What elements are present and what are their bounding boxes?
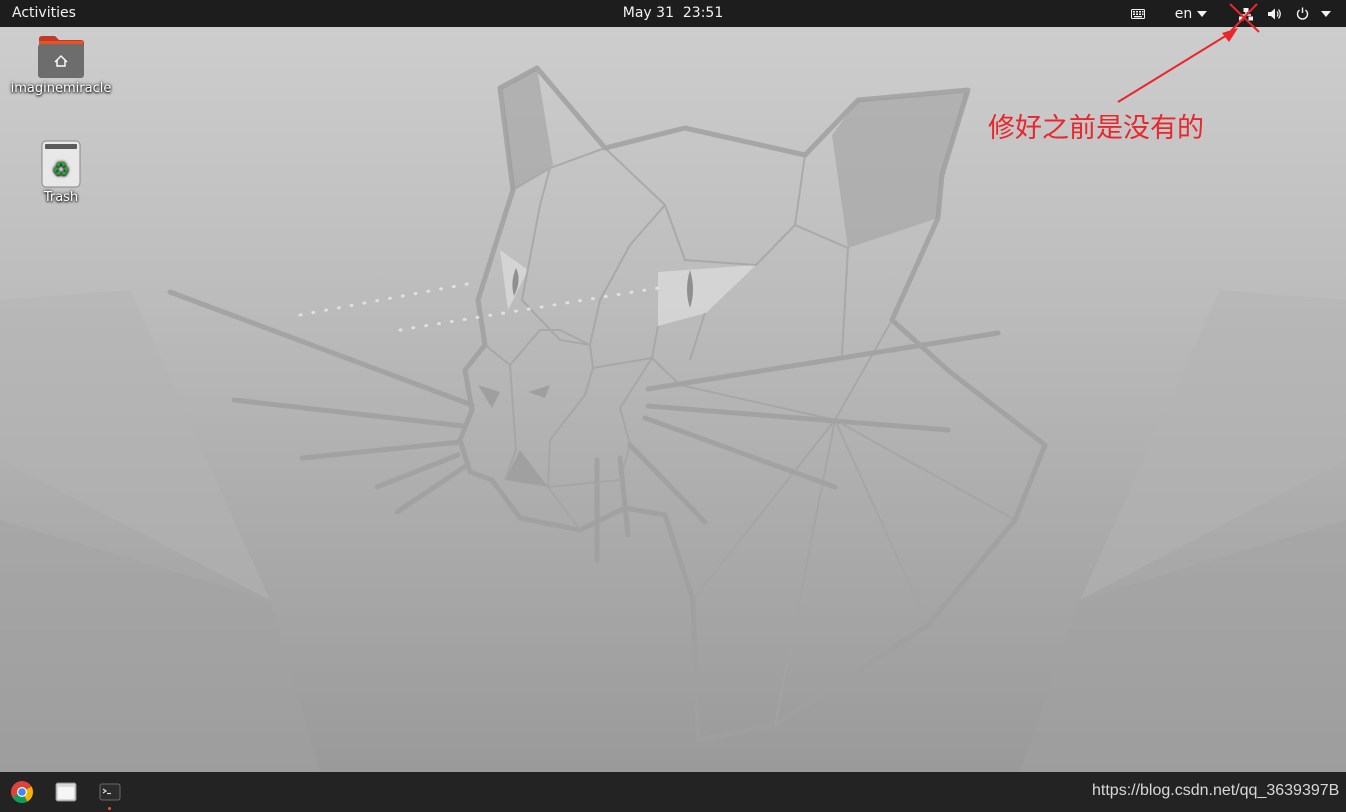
dock-item-terminal[interactable]: [97, 779, 123, 805]
desktop-icon-label: imaginemiracle: [10, 81, 112, 96]
home-folder-icon: [38, 36, 84, 78]
annotation-text: 修好之前是没有的: [988, 113, 1204, 144]
running-indicator: [108, 807, 111, 810]
desktop-icon-label: Trash: [43, 190, 79, 205]
dock-item-files[interactable]: [53, 779, 79, 805]
arrow-head-icon: [1222, 28, 1238, 42]
annotation-arrow: [1117, 31, 1233, 103]
chrome-icon: [11, 781, 33, 803]
desktop-icon-home[interactable]: imaginemiracle: [6, 35, 116, 96]
dock-item-chrome[interactable]: [9, 779, 35, 805]
desktop-icon-trash[interactable]: ♻ Trash: [6, 140, 116, 205]
terminal-icon: [99, 783, 121, 801]
files-icon: [55, 782, 77, 802]
svg-text:♻: ♻: [52, 157, 70, 181]
trash-icon: ♻: [41, 140, 81, 188]
watermark: https://blog.csdn.net/qq_3639397B: [1092, 782, 1340, 799]
